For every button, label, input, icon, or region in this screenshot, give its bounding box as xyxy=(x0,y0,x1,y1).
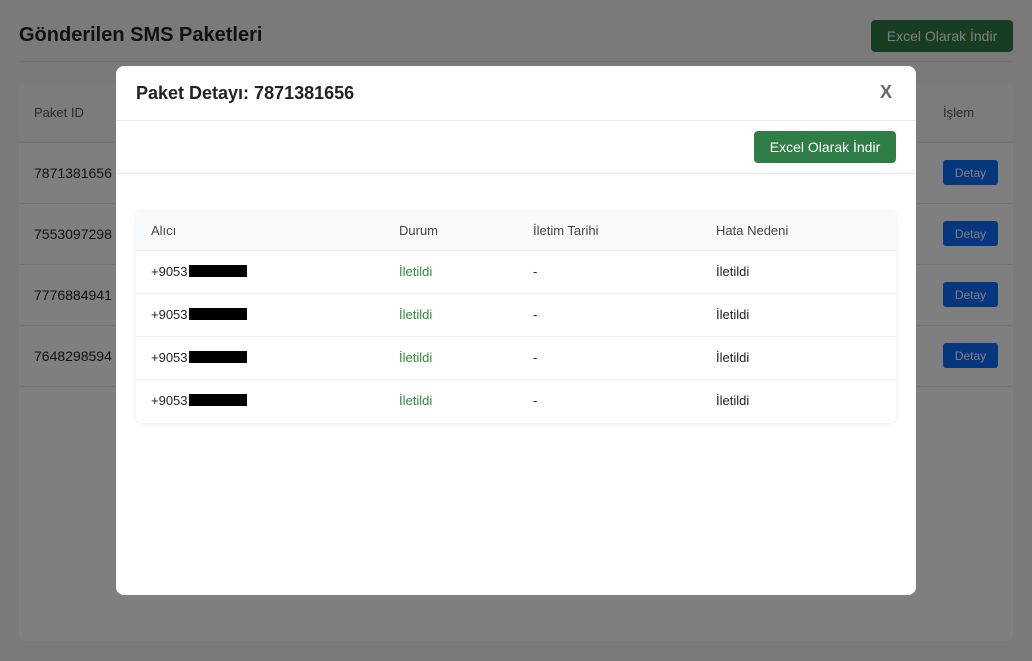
recipient-prefix: +9053 xyxy=(151,393,188,408)
table-row: +9053 İletildi - İletildi xyxy=(136,251,896,294)
status-cell: İletildi xyxy=(399,264,433,279)
status-cell: İletildi xyxy=(399,393,433,408)
error-reason-cell: İletildi xyxy=(716,350,750,365)
redaction-mask xyxy=(188,308,247,320)
error-reason-cell: İletildi xyxy=(716,307,750,322)
redaction-mask xyxy=(188,265,247,277)
header-status: Durum xyxy=(399,223,439,238)
status-cell: İletildi xyxy=(399,350,433,365)
table-row: +9053 İletildi - İletildi xyxy=(136,337,896,380)
delivery-date-cell: - xyxy=(533,264,538,279)
delivery-date-cell: - xyxy=(533,350,538,365)
recipient-cell: +9053 xyxy=(151,350,247,365)
header-delivery-date: İletim Tarihi xyxy=(533,223,599,238)
recipient-prefix: +9053 xyxy=(151,264,188,279)
table-row: +9053 İletildi - İletildi xyxy=(136,294,896,337)
delivery-date-cell: - xyxy=(533,393,538,408)
recipient-cell: +9053 xyxy=(151,307,247,322)
package-detail-modal: Paket Detayı: 7871381656 X Excel Olarak … xyxy=(116,66,916,595)
modal-toolbar: Excel Olarak İndir xyxy=(116,121,916,174)
recipients-table-header: Alıcı Durum İletim Tarihi Hata Nedeni xyxy=(136,210,896,251)
recipient-cell: +9053 xyxy=(151,264,247,279)
modal-excel-download-button[interactable]: Excel Olarak İndir xyxy=(754,131,896,163)
error-reason-cell: İletildi xyxy=(716,393,750,408)
status-cell: İletildi xyxy=(399,307,433,322)
header-error-reason: Hata Nedeni xyxy=(716,223,789,238)
modal-header: Paket Detayı: 7871381656 X xyxy=(116,66,916,121)
delivery-date-cell: - xyxy=(533,307,538,322)
recipient-cell: +9053 xyxy=(151,393,247,408)
header-recipient: Alıcı xyxy=(151,223,177,238)
recipients-table: Alıcı Durum İletim Tarihi Hata Nedeni +9… xyxy=(136,210,896,423)
redaction-mask xyxy=(188,351,247,363)
recipient-prefix: +9053 xyxy=(151,307,188,322)
recipient-prefix: +9053 xyxy=(151,350,188,365)
table-row: +9053 İletildi - İletildi xyxy=(136,380,896,423)
redaction-mask xyxy=(188,394,247,406)
modal-title: Paket Detayı: 7871381656 xyxy=(136,83,355,103)
close-button[interactable]: X xyxy=(880,82,892,103)
error-reason-cell: İletildi xyxy=(716,264,750,279)
